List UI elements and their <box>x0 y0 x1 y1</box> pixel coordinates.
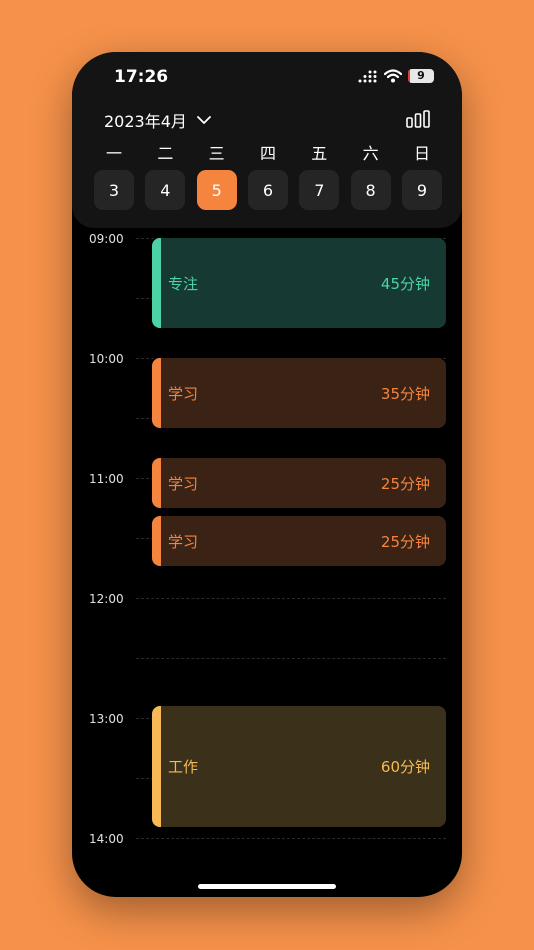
event-color-bar <box>152 516 161 566</box>
date-button[interactable]: 4 <box>145 170 186 210</box>
statistics-icon[interactable] <box>406 110 430 128</box>
event-color-bar <box>152 358 161 428</box>
event-label: 学习 <box>168 532 199 551</box>
event-label: 专注 <box>168 274 199 293</box>
event-focus[interactable]: 专注 45分钟 <box>152 238 446 328</box>
grid-line <box>136 598 446 599</box>
month-label: 2023年4月 <box>104 112 187 131</box>
event-duration: 25分钟 <box>380 474 430 493</box>
weekday-tue: 二 <box>157 144 174 163</box>
hour-label-1100: 11:00 <box>89 472 124 486</box>
event-duration: 25分钟 <box>380 532 430 551</box>
date-strip: 3 4 5 6 7 8 9 <box>94 170 442 210</box>
cellular-signal-icon <box>358 70 377 83</box>
event-label: 学习 <box>168 384 199 403</box>
month-selector[interactable]: 2023年4月 <box>104 108 211 132</box>
event-duration: 35分钟 <box>380 384 430 403</box>
event-study[interactable]: 学习 35分钟 <box>152 358 446 428</box>
battery-percentage: 9 <box>417 69 425 82</box>
event-study[interactable]: 学习 25分钟 <box>152 458 446 508</box>
phone-screen: 09:00 10:00 11:00 12:00 13:00 14:00 专注 4… <box>72 52 462 897</box>
status-time: 17:26 <box>114 67 169 87</box>
weekday-sun: 日 <box>413 144 430 163</box>
weekday-header: 一 二 三 四 五 六 日 <box>94 140 442 164</box>
date-button[interactable]: 6 <box>247 170 288 210</box>
weekday-sat: 六 <box>362 144 379 163</box>
event-duration: 60分钟 <box>380 758 430 776</box>
hour-label-1200: 12:00 <box>89 592 124 606</box>
date-button-selected[interactable]: 5 <box>196 170 237 210</box>
date-button[interactable]: 8 <box>350 170 391 210</box>
event-label: 学习 <box>168 474 199 493</box>
event-label: 工作 <box>168 758 199 776</box>
event-work[interactable]: 工作 60分钟 <box>152 706 446 827</box>
weekday-mon: 一 <box>105 144 122 163</box>
date-button[interactable]: 9 <box>401 170 442 210</box>
hour-label-1300: 13:00 <box>89 712 124 726</box>
date-button[interactable]: 3 <box>94 170 134 210</box>
wifi-icon <box>384 69 402 83</box>
event-color-bar <box>152 458 161 508</box>
weekday-wed: 三 <box>208 144 225 163</box>
event-study[interactable]: 学习 25分钟 <box>152 516 446 566</box>
date-button[interactable]: 7 <box>299 170 340 210</box>
battery-icon: 9 <box>408 69 434 83</box>
hour-label-1000: 10:00 <box>89 352 124 366</box>
event-color-bar <box>152 238 161 328</box>
hour-label-0900: 09:00 <box>89 232 124 246</box>
home-indicator[interactable] <box>198 884 336 889</box>
grid-line <box>136 838 446 839</box>
weekday-thu: 四 <box>259 144 276 163</box>
chevron-down-icon <box>197 116 211 124</box>
grid-line <box>136 658 446 659</box>
header-panel: 17:26 9 2023年4月 一 二 三 四 五 六 日 3 4 5 6 7 … <box>72 52 462 228</box>
event-duration: 45分钟 <box>380 274 430 293</box>
hour-label-1400: 14:00 <box>89 832 124 846</box>
event-color-bar <box>152 706 161 827</box>
weekday-fri: 五 <box>311 144 328 163</box>
